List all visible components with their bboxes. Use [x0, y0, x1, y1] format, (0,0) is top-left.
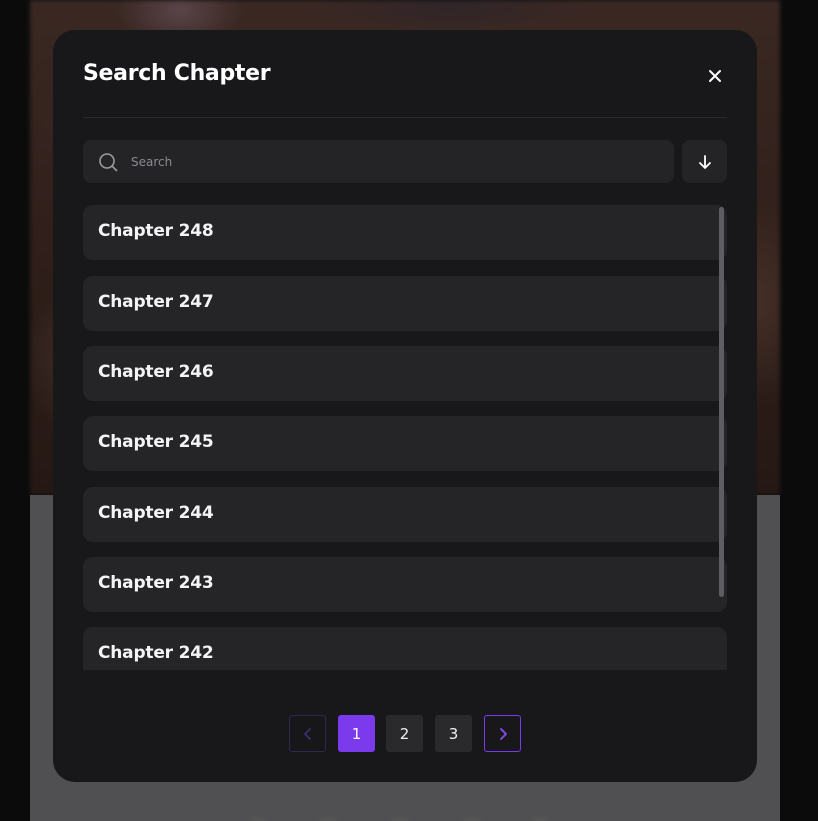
- search-row: [83, 140, 727, 183]
- previous-page-button[interactable]: [289, 715, 326, 752]
- search-chapter-modal: Search Chapter Chapter 248 Chapter 247: [53, 30, 757, 782]
- chapter-label: Chapter 248: [98, 221, 214, 241]
- chapter-list-scrollbar[interactable]: [719, 207, 724, 597]
- chapter-label: Chapter 242: [98, 643, 214, 663]
- close-icon: [709, 70, 721, 82]
- sort-order-button[interactable]: [682, 140, 727, 183]
- chevron-right-icon: [499, 727, 507, 740]
- page-button-2[interactable]: 2: [386, 715, 423, 752]
- chapter-item[interactable]: Chapter 247: [83, 276, 727, 331]
- chapter-item[interactable]: Chapter 243: [83, 557, 727, 612]
- chapter-label: Chapter 243: [98, 573, 214, 593]
- chapter-label: Chapter 245: [98, 432, 214, 452]
- search-icon: [99, 153, 118, 172]
- modal-header: Search Chapter: [83, 30, 727, 118]
- page-button-1[interactable]: 1: [338, 715, 375, 752]
- chapter-item[interactable]: Chapter 248: [83, 205, 727, 260]
- chapter-item[interactable]: Chapter 246: [83, 346, 727, 401]
- modal-title: Search Chapter: [83, 61, 271, 86]
- search-box[interactable]: [83, 140, 674, 183]
- chapter-label: Chapter 247: [98, 292, 214, 312]
- chapter-item[interactable]: Chapter 244: [83, 487, 727, 542]
- chapter-label: Chapter 244: [98, 503, 214, 523]
- close-button[interactable]: [703, 64, 727, 88]
- chapter-list[interactable]: Chapter 248 Chapter 247 Chapter 246 Chap…: [83, 205, 727, 670]
- next-page-button[interactable]: [484, 715, 521, 752]
- page-button-3[interactable]: 3: [435, 715, 472, 752]
- chevron-left-icon: [303, 727, 311, 740]
- chapter-item[interactable]: Chapter 242: [83, 627, 727, 670]
- chapter-label: Chapter 246: [98, 362, 214, 382]
- search-input[interactable]: [131, 140, 661, 183]
- arrow-down-icon: [698, 154, 711, 169]
- chapter-item[interactable]: Chapter 245: [83, 416, 727, 471]
